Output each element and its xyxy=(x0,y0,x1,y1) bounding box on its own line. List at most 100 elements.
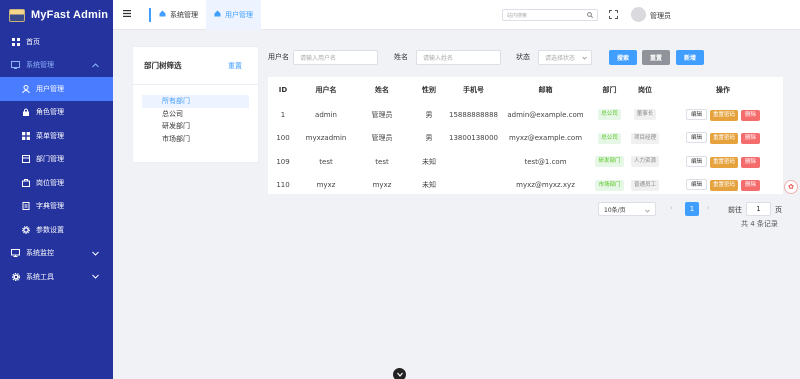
cell-post: 董事长 xyxy=(627,103,663,127)
table-row: 100 myxzadmin 管理员 男 13800138000 myxz@exa… xyxy=(268,127,783,151)
edit-button[interactable]: 编辑 xyxy=(685,108,707,120)
delete-button[interactable]: 删除 xyxy=(741,156,761,168)
cell-name: 管理员 xyxy=(371,110,393,119)
sidebar-item-label: 系统工具 xyxy=(26,272,54,281)
chevron-up-icon xyxy=(92,62,99,70)
delete-button[interactable]: 删除 xyxy=(741,109,761,121)
tree-node[interactable]: 所有部门 xyxy=(142,95,249,108)
cell-phone xyxy=(448,174,499,198)
add-button[interactable]: 新增 xyxy=(676,49,704,65)
column-header: ID xyxy=(278,86,288,94)
cell-email: myxz@myxz.xyz xyxy=(516,181,575,190)
search-icon[interactable] xyxy=(587,12,594,20)
sidebar-item-depts[interactable]: 部门管理 xyxy=(0,148,113,172)
tree-node[interactable]: 研发部门 xyxy=(142,120,249,133)
sidebar-item-system[interactable]: 系统管理 xyxy=(0,54,113,78)
search-placeholder: 站内搜索 xyxy=(507,12,528,19)
cell-gender: 男 xyxy=(425,110,433,119)
column-header: 邮箱 xyxy=(538,86,553,94)
tree-list: 所有部门 总公司 研发部门 市场部门 xyxy=(133,85,258,145)
sidebar: MyFast Admin 首页 系统管理 用户管理 角色管理 菜单管理 部门管理… xyxy=(0,0,113,379)
filter-row: 用户名 请输入用户名 姓名 请输入姓名 状态 请选择状态 搜索 重置 新增 xyxy=(268,49,704,65)
cell-gender: 男 xyxy=(425,134,433,143)
cell-username: admin xyxy=(315,110,337,119)
post-icon xyxy=(21,178,30,187)
cell-dept: 研发部门 xyxy=(592,150,627,174)
status-select[interactable]: 请选择状态 xyxy=(538,49,592,65)
reset-password-button[interactable]: 重置密码 xyxy=(709,156,738,168)
sidebar-item-posts[interactable]: 岗位管理 xyxy=(0,171,113,195)
page-number-current[interactable]: 1 xyxy=(685,202,699,216)
fullscreen-icon[interactable] xyxy=(609,10,618,21)
cell-dept: 总公司 xyxy=(592,103,627,127)
delete-button[interactable]: 删除 xyxy=(741,133,761,145)
search-button[interactable]: 搜索 xyxy=(609,49,637,65)
column-header: 操作 xyxy=(716,86,730,94)
cell-name: 管理员 xyxy=(371,134,393,143)
chevron-down-icon xyxy=(582,55,587,62)
menu-toggle-icon[interactable] xyxy=(123,10,133,19)
cell-username: myxzadmin xyxy=(305,134,347,143)
name-input[interactable]: 请输入姓名 xyxy=(416,49,501,65)
sidebar-item-tools[interactable]: 系统工具 xyxy=(0,265,113,289)
cell-gender: 未知 xyxy=(422,181,436,190)
sidebar-item-home[interactable]: 首页 xyxy=(0,30,113,54)
assistant-float-icon[interactable]: ✿ xyxy=(784,180,798,194)
cell-gender: 未知 xyxy=(422,157,436,166)
sidebar-item-params[interactable]: 参数设置 xyxy=(0,218,113,242)
sidebar-item-dicts[interactable]: 字典管理 xyxy=(0,195,113,219)
chevron-down-icon xyxy=(645,208,650,215)
home-icon xyxy=(159,10,166,19)
tree-node[interactable]: 总公司 xyxy=(142,108,249,121)
edit-button[interactable]: 编辑 xyxy=(685,179,707,191)
org-icon xyxy=(21,155,30,164)
tree-reset-link[interactable]: 重置 xyxy=(228,61,242,71)
sidebar-item-roles[interactable]: 角色管理 xyxy=(0,101,113,125)
total-records: 共 4 条记录 xyxy=(741,220,778,228)
cell-actions: 编辑 重置密码 删除 xyxy=(663,127,783,151)
chevron-down-icon xyxy=(92,250,99,258)
cell-email: test@1.com xyxy=(524,157,567,166)
column-header: 用户名 xyxy=(315,86,337,94)
app-title: MyFast Admin xyxy=(31,9,109,21)
goto-page-input[interactable]: 1 xyxy=(746,202,771,216)
table-row: 110 myxz myxz 未知 myxz@myxz.xyz 市场部门 普通员工… xyxy=(268,174,783,198)
reset-password-button[interactable]: 重置密码 xyxy=(709,180,738,192)
prev-page-icon[interactable]: ‹ xyxy=(670,204,673,212)
book-icon xyxy=(21,202,30,211)
post-tag: 项目经理 xyxy=(630,132,659,144)
username-label: 用户名 xyxy=(268,53,289,61)
lock-icon xyxy=(21,108,30,117)
delete-button[interactable]: 删除 xyxy=(741,180,761,192)
site-search-input[interactable]: 站内搜索 xyxy=(502,9,598,21)
table-row: 109 test test 未知 test@1.com 研发部门 人力资源 编辑… xyxy=(268,150,783,174)
tree-node[interactable]: 市场部门 xyxy=(142,133,249,146)
sidebar-item-users[interactable]: 用户管理 xyxy=(0,77,113,101)
next-page-icon[interactable]: › xyxy=(707,204,710,212)
sidebar-item-menus[interactable]: 菜单管理 xyxy=(0,124,113,148)
breadcrumb-label: 用户管理 xyxy=(225,10,253,19)
reset-button[interactable]: 重置 xyxy=(642,49,670,65)
username-input[interactable]: 请输入用户名 xyxy=(293,49,378,65)
tab-users[interactable]: 用户管理 xyxy=(206,0,261,30)
page-size-select[interactable]: 10条/页 xyxy=(598,202,656,216)
brand[interactable]: MyFast Admin xyxy=(0,0,113,30)
reset-password-button[interactable]: 重置密码 xyxy=(709,133,738,145)
table-header-row: ID 用户名 姓名 性别 手机号 邮箱 部门 岗位 操作 xyxy=(268,77,783,103)
edit-button[interactable]: 编辑 xyxy=(685,155,707,167)
post-tag: 普通员工 xyxy=(630,179,659,191)
reset-password-button[interactable]: 重置密码 xyxy=(709,109,738,121)
edit-button[interactable]: 编辑 xyxy=(685,132,707,144)
sidebar-item-monitor[interactable]: 系统监控 xyxy=(0,242,113,266)
expand-down-icon[interactable] xyxy=(393,368,406,379)
cell-actions: 编辑 重置密码 删除 xyxy=(663,150,783,174)
tab-system[interactable]: 系统管理 xyxy=(151,0,206,30)
cell-username: myxz xyxy=(316,181,336,190)
topbar: 系统管理 用户管理 xyxy=(113,0,800,30)
cell-id: 109 xyxy=(276,157,290,166)
cell-phone: 13800138000 xyxy=(449,134,498,143)
avatar[interactable] xyxy=(631,7,646,22)
status-placeholder: 请选择状态 xyxy=(545,54,576,62)
username[interactable]: 管理员 xyxy=(650,11,671,21)
logo xyxy=(9,8,25,22)
